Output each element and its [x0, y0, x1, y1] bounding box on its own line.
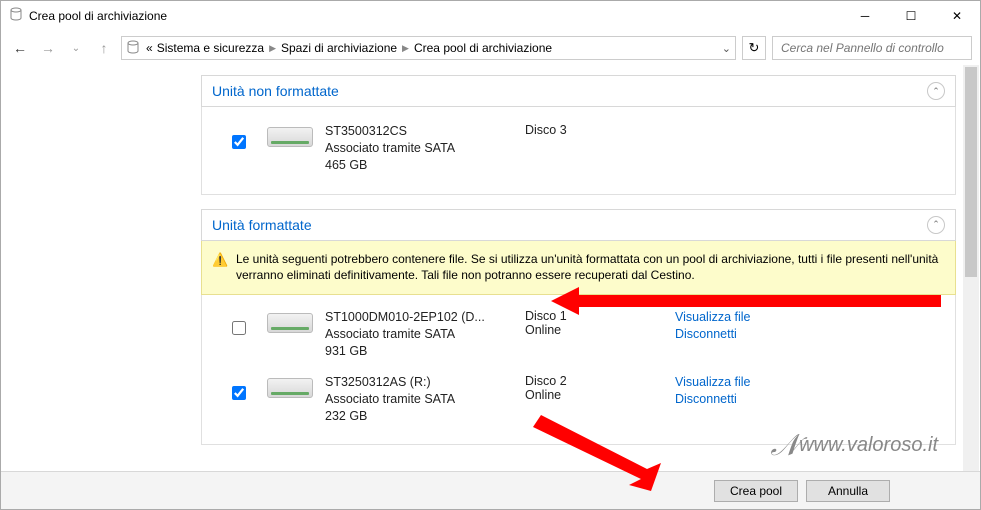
cancel-button[interactable]: Annulla — [806, 480, 890, 502]
search-box[interactable] — [772, 36, 972, 60]
warning-icon: ⚠️ — [212, 251, 228, 269]
warning-text: Le unità seguenti potrebbero contenere f… — [236, 252, 938, 283]
maximize-button[interactable]: ☐ — [888, 1, 934, 31]
footer-bar: Crea pool Annulla — [1, 471, 980, 509]
minimize-button[interactable]: ─ — [842, 1, 888, 31]
drive-connection: Associato tramite SATA — [325, 326, 525, 343]
disconnect-link[interactable]: Disconnetti — [675, 391, 751, 408]
drive-diskno: Disco 1 — [525, 309, 675, 323]
address-bar[interactable]: « Sistema e sicurezza ▶ Spazi di archivi… — [121, 36, 736, 60]
section-title: Unità formattate — [212, 217, 927, 233]
chevron-right-icon: ▶ — [269, 43, 276, 54]
section-body-unformatted: ST3500312CS Associato tramite SATA 465 G… — [201, 107, 956, 195]
section-header-formatted[interactable]: Unità formattate ⌃ — [201, 209, 956, 241]
forward-button[interactable]: → — [37, 37, 59, 59]
scrollbar-thumb[interactable] — [965, 67, 977, 277]
chevron-down-icon[interactable]: ⌄ — [722, 42, 731, 55]
title-bar: Crea pool di archiviazione ─ ☐ ✕ — [1, 1, 980, 31]
drive-row: ST3500312CS Associato tramite SATA 465 G… — [202, 119, 955, 178]
drive-row: ST1000DM010-2EP102 (D... Associato trami… — [202, 305, 955, 364]
drive-checkbox[interactable] — [232, 321, 246, 335]
section-header-unformatted[interactable]: Unità non formattate ⌃ — [201, 75, 956, 107]
disconnect-link[interactable]: Disconnetti — [675, 326, 751, 343]
drive-connection: Associato tramite SATA — [325, 140, 525, 157]
section-title: Unità non formattate — [212, 83, 927, 99]
nav-bar: ← → ⌄ ↑ « Sistema e sicurezza ▶ Spazi di… — [1, 31, 980, 65]
drive-status: Online — [525, 323, 675, 337]
drive-checkbox[interactable] — [232, 135, 246, 149]
collapse-icon[interactable]: ⌃ — [927, 82, 945, 100]
app-icon — [9, 7, 23, 26]
view-files-link[interactable]: Visualizza file — [675, 374, 751, 391]
search-input[interactable] — [779, 40, 965, 56]
breadcrumb-item[interactable]: Sistema e sicurezza — [155, 41, 266, 55]
disk-icon — [267, 378, 313, 398]
drive-diskno: Disco 3 — [525, 123, 675, 137]
chevron-right-icon: ▶ — [402, 43, 409, 54]
create-pool-button[interactable]: Crea pool — [714, 480, 798, 502]
recent-button[interactable]: ⌄ — [65, 37, 87, 59]
drive-size: 465 GB — [325, 157, 525, 174]
drive-model: ST1000DM010-2EP102 (D... — [325, 309, 525, 326]
collapse-icon[interactable]: ⌃ — [927, 216, 945, 234]
view-files-link[interactable]: Visualizza file — [675, 309, 751, 326]
window-title: Crea pool di archiviazione — [29, 9, 842, 23]
drive-size: 931 GB — [325, 343, 525, 360]
warning-banner: ⚠️ Le unità seguenti potrebbero contener… — [201, 241, 956, 296]
up-button[interactable]: ↑ — [93, 37, 115, 59]
breadcrumb-item[interactable]: Crea pool di archiviazione — [412, 41, 554, 55]
vertical-scrollbar[interactable] — [963, 65, 979, 471]
disk-icon — [267, 313, 313, 333]
drive-size: 232 GB — [325, 408, 525, 425]
disk-stack-icon — [126, 40, 140, 57]
drive-status: Online — [525, 388, 675, 402]
drive-checkbox[interactable] — [232, 386, 246, 400]
drive-row: ST3250312AS (R:) Associato tramite SATA … — [202, 370, 955, 429]
section-body-formatted: ST1000DM010-2EP102 (D... Associato trami… — [201, 295, 956, 445]
refresh-button[interactable]: ↻ — [742, 36, 766, 60]
drive-model: ST3250312AS (R:) — [325, 374, 525, 391]
back-button[interactable]: ← — [9, 37, 31, 59]
breadcrumb-root[interactable]: « — [144, 41, 155, 55]
close-button[interactable]: ✕ — [934, 1, 980, 31]
drive-connection: Associato tramite SATA — [325, 391, 525, 408]
drive-model: ST3500312CS — [325, 123, 525, 140]
drive-diskno: Disco 2 — [525, 374, 675, 388]
breadcrumb-item[interactable]: Spazi di archiviazione — [279, 41, 399, 55]
disk-icon — [267, 127, 313, 147]
